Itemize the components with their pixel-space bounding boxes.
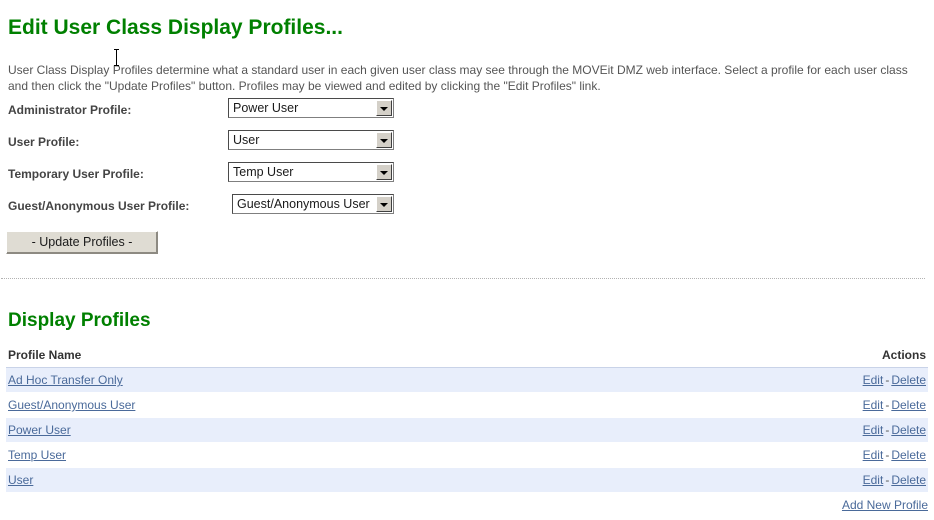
table-row: Power User Edit - Delete (6, 417, 928, 443)
profile-name-cell: User (6, 467, 616, 493)
form-row-temporary-user: Temporary User Profile: Temp User (8, 162, 428, 194)
delete-link[interactable]: Delete (891, 473, 926, 487)
profile-actions-cell: Edit - Delete (615, 417, 928, 443)
display-profiles-table: Profile Name Actions Ad Hoc Transfer Onl… (6, 346, 928, 493)
delete-link[interactable]: Delete (891, 398, 926, 412)
column-header-actions: Actions (615, 346, 928, 368)
chevron-down-icon[interactable] (376, 132, 392, 148)
table-row: Temp User Edit - Delete (6, 442, 928, 468)
edit-link[interactable]: Edit (863, 423, 884, 437)
profile-actions-cell: Edit - Delete (615, 467, 928, 493)
form-row-guest-anonymous-user: Guest/Anonymous User Profile: Guest/Anon… (8, 194, 428, 226)
add-new-profile-wrapper: Add New Profile (6, 496, 928, 514)
table-header: Profile Name Actions (6, 346, 928, 368)
table-body: Ad Hoc Transfer Only Edit - Delete Guest/A… (6, 367, 928, 493)
profile-actions-cell: Edit - Delete (615, 367, 928, 393)
column-header-profile-name: Profile Name (6, 346, 616, 368)
page-root: Edit User Class Display Profiles... User… (0, 0, 934, 520)
profile-name-cell: Power User (6, 417, 616, 443)
select-guest-anonymous-user-profile[interactable]: Guest/Anonymous User (232, 194, 394, 214)
select-guest-anonymous-user-profile-value: Guest/Anonymous User (237, 197, 370, 211)
edit-link[interactable]: Edit (863, 398, 884, 412)
user-class-profile-form: Administrator Profile: Power User User P… (8, 98, 428, 226)
profile-link-guest-anonymous-user[interactable]: Guest/Anonymous User (8, 398, 135, 412)
display-profiles-heading: Display Profiles (8, 309, 151, 331)
add-new-profile-link[interactable]: Add New Profile (842, 498, 928, 512)
label-temporary-user-profile: Temporary User Profile: (8, 167, 144, 181)
select-temporary-user-profile[interactable]: Temp User (228, 162, 394, 182)
form-row-administrator: Administrator Profile: Power User (8, 98, 428, 130)
label-guest-anonymous-user-profile: Guest/Anonymous User Profile: (8, 199, 190, 213)
table-row: Guest/Anonymous User Edit - Delete (6, 392, 928, 418)
label-user-profile: User Profile: (8, 135, 80, 149)
profile-link-power-user[interactable]: Power User (8, 423, 71, 437)
profile-name-cell: Guest/Anonymous User (6, 392, 616, 418)
profile-name-cell: Ad Hoc Transfer Only (6, 367, 616, 393)
edit-link[interactable]: Edit (863, 473, 884, 487)
chevron-down-icon[interactable] (376, 100, 392, 116)
delete-link[interactable]: Delete (891, 373, 926, 387)
edit-link[interactable]: Edit (863, 373, 884, 387)
label-administrator-profile: Administrator Profile: (8, 103, 132, 117)
profile-link-temp-user[interactable]: Temp User (8, 448, 66, 462)
chevron-down-icon[interactable] (376, 196, 392, 212)
select-temporary-user-profile-value: Temp User (233, 165, 294, 179)
delete-link[interactable]: Delete (891, 423, 926, 437)
profile-actions-cell: Edit - Delete (615, 392, 928, 418)
profile-link-ad-hoc-transfer-only[interactable]: Ad Hoc Transfer Only (8, 373, 123, 387)
delete-link[interactable]: Delete (891, 448, 926, 462)
chevron-down-icon[interactable] (376, 164, 392, 180)
select-administrator-profile-value: Power User (233, 101, 299, 115)
select-administrator-profile[interactable]: Power User (228, 98, 394, 118)
profile-name-cell: Temp User (6, 442, 616, 468)
table-row: Ad Hoc Transfer Only Edit - Delete (6, 367, 928, 393)
update-profiles-button[interactable]: - Update Profiles - (6, 231, 158, 254)
select-user-profile[interactable]: User (228, 130, 394, 150)
intro-description: User Class Display Profiles determine wh… (8, 63, 908, 93)
table-row: User Edit - Delete (6, 467, 928, 493)
edit-link[interactable]: Edit (863, 448, 884, 462)
profile-link-user[interactable]: User (8, 473, 33, 487)
form-row-user: User Profile: User (8, 130, 428, 162)
page-title: Edit User Class Display Profiles... (8, 16, 343, 40)
select-user-profile-value: User (233, 133, 260, 147)
profile-actions-cell: Edit - Delete (615, 442, 928, 468)
table-header-row: Profile Name Actions (6, 346, 928, 368)
section-divider (1, 278, 925, 279)
